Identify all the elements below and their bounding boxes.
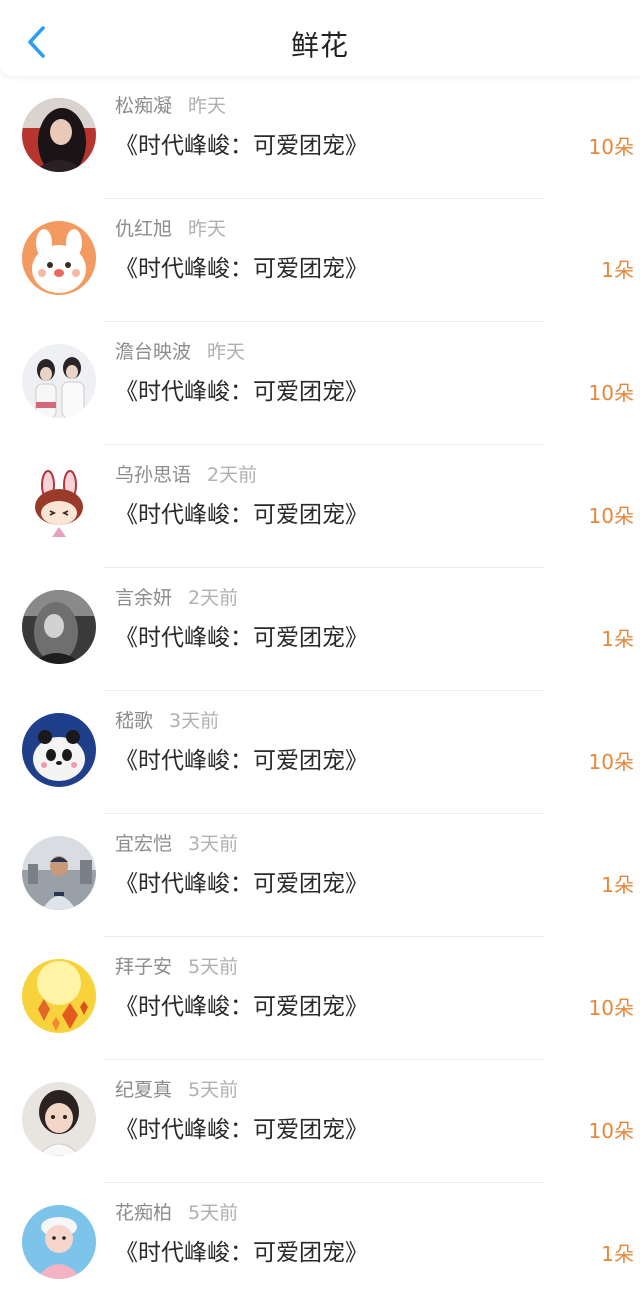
flower-count: 10朵 — [588, 1119, 634, 1143]
flower-count: 1朵 — [601, 1242, 634, 1266]
book-title[interactable]: 《时代峰峻：可爱团宠》 — [115, 372, 368, 406]
list-item[interactable]: 纪夏真 5天前 《时代峰峻：可爱团宠》 10朵 — [0, 1060, 640, 1183]
book-title[interactable]: 《时代峰峻：可爱团宠》 — [115, 249, 368, 283]
list-item[interactable]: 宜宏恺 3天前 《时代峰峻：可爱团宠》 1朵 — [0, 814, 640, 937]
page-title: 鲜花 — [290, 29, 349, 62]
flower-count: 1朵 — [601, 258, 634, 282]
user-name[interactable]: 花痴柏 — [115, 1202, 172, 1224]
user-name[interactable]: 纪夏真 — [115, 1079, 172, 1101]
book-title[interactable]: 《时代峰峻：可爱团宠》 — [115, 126, 368, 160]
book-title[interactable]: 《时代峰峻：可爱团宠》 — [115, 618, 368, 652]
avatar[interactable] — [22, 836, 96, 910]
flower-count: 10朵 — [588, 135, 634, 159]
list-item[interactable]: 嵇歌 3天前 《时代峰峻：可爱团宠》 10朵 — [0, 691, 640, 814]
book-title[interactable]: 《时代峰峻：可爱团宠》 — [115, 495, 368, 529]
avatar[interactable] — [22, 959, 96, 1033]
flower-count: 1朵 — [601, 627, 634, 651]
timestamp: 5天前 — [188, 1079, 239, 1101]
user-name[interactable]: 嵇歌 — [115, 710, 153, 732]
flower-count: 10朵 — [588, 381, 634, 405]
user-name[interactable]: 澹台映波 — [115, 341, 191, 363]
flower-count: 10朵 — [588, 750, 634, 774]
avatar[interactable] — [22, 344, 96, 418]
avatar[interactable] — [22, 713, 96, 787]
book-title[interactable]: 《时代峰峻：可爱团宠》 — [115, 741, 368, 775]
list-item[interactable]: 仇红旭 昨天 《时代峰峻：可爱团宠》 1朵 — [0, 199, 640, 322]
user-name[interactable]: 宜宏恺 — [115, 833, 172, 855]
list-item[interactable]: 乌孙思语 2天前 《时代峰峻：可爱团宠》 10朵 — [0, 445, 640, 568]
timestamp: 昨天 — [188, 218, 227, 240]
top-bar: 鲜花 — [0, 0, 640, 76]
avatar[interactable] — [22, 1205, 96, 1279]
flower-count: 1朵 — [601, 873, 634, 897]
book-title[interactable]: 《时代峰峻：可爱团宠》 — [115, 1110, 368, 1144]
user-name[interactable]: 拜子安 — [115, 956, 172, 978]
flower-gift-list: 松痴凝 昨天 《时代峰峻：可爱团宠》 10朵 仇红旭 昨天 《时代峰峻：可爱团宠》 … — [0, 76, 640, 1306]
book-title[interactable]: 《时代峰峻：可爱团宠》 — [115, 987, 368, 1021]
list-item[interactable]: 拜子安 5天前 《时代峰峻：可爱团宠》 10朵 — [0, 937, 640, 1060]
user-name[interactable]: 乌孙思语 — [115, 464, 191, 486]
timestamp: 3天前 — [169, 710, 220, 732]
timestamp: 昨天 — [207, 341, 246, 363]
timestamp: 2天前 — [188, 587, 239, 609]
timestamp: 2天前 — [207, 464, 258, 486]
user-name[interactable]: 松痴凝 — [115, 95, 172, 117]
timestamp: 3天前 — [188, 833, 239, 855]
user-name[interactable]: 言余妍 — [115, 587, 172, 609]
avatar[interactable] — [22, 98, 96, 172]
avatar[interactable] — [22, 1082, 96, 1156]
list-item[interactable]: 松痴凝 昨天 《时代峰峻：可爱团宠》 10朵 — [0, 76, 640, 199]
list-item[interactable]: 澹台映波 昨天 《时代峰峻：可爱团宠》 10朵 — [0, 322, 640, 445]
list-item[interactable]: 花痴柏 5天前 《时代峰峻：可爱团宠》 1朵 — [0, 1183, 640, 1306]
flower-count: 10朵 — [588, 996, 634, 1020]
avatar[interactable] — [22, 221, 96, 295]
book-title[interactable]: 《时代峰峻：可爱团宠》 — [115, 1233, 368, 1267]
user-name[interactable]: 仇红旭 — [115, 218, 172, 240]
flower-count: 10朵 — [588, 504, 634, 528]
timestamp: 昨天 — [188, 95, 227, 117]
avatar[interactable] — [22, 590, 96, 664]
avatar[interactable] — [22, 467, 96, 541]
timestamp: 5天前 — [188, 956, 239, 978]
timestamp: 5天前 — [188, 1202, 239, 1224]
list-item[interactable]: 言余妍 2天前 《时代峰峻：可爱团宠》 1朵 — [0, 568, 640, 691]
book-title[interactable]: 《时代峰峻：可爱团宠》 — [115, 864, 368, 898]
